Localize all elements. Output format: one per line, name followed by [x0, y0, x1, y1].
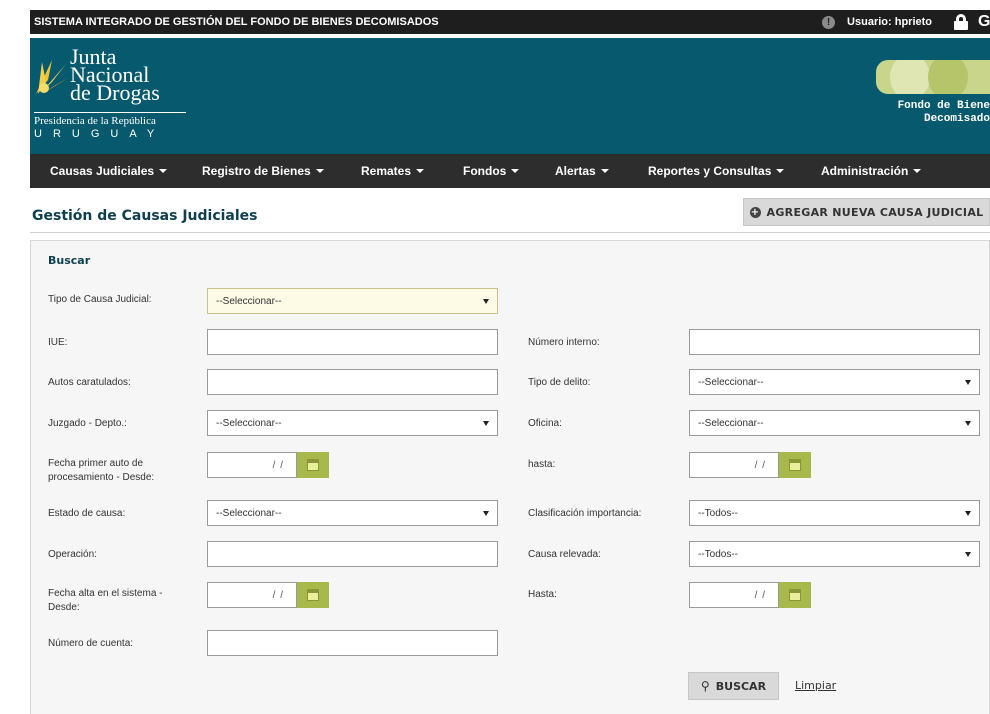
nav-fondos[interactable]: Fondos — [463, 164, 520, 178]
dropdown-arrow-icon — [965, 552, 971, 557]
autos-input[interactable] — [207, 369, 498, 395]
dropdown-arrow-icon — [965, 421, 971, 426]
tipo-causa-label: Tipo de Causa Judicial: — [48, 294, 152, 305]
fondo-logo-shape — [876, 60, 990, 94]
fecha-alta-hasta-label: Hasta: — [528, 589, 557, 600]
logo-uruguay: URUGUAY — [34, 128, 166, 140]
calendar-button[interactable] — [779, 582, 811, 608]
tipo-causa-select[interactable]: --Seleccionar-- — [207, 288, 498, 314]
user-label: Usuario: hprieto — [847, 16, 932, 28]
nav-registro-bienes[interactable]: Registro de Bienes — [202, 164, 324, 178]
dropdown-arrow-icon — [483, 421, 489, 426]
operacion-input[interactable] — [207, 541, 498, 567]
buscar-label: BUSCAR — [715, 679, 767, 693]
dropdown-arrow-icon — [483, 299, 489, 304]
relevada-label: Causa relevada: — [528, 549, 601, 560]
iue-label: IUE: — [48, 337, 68, 348]
nav-remates[interactable]: Remates — [361, 164, 425, 178]
title-divider — [30, 232, 990, 233]
system-bar: SISTEMA INTEGRADO DE GESTIÓN DEL FONDO D… — [30, 10, 990, 34]
search-panel-title: Buscar — [48, 254, 91, 267]
lock-icon[interactable] — [954, 14, 968, 30]
chevron-down-icon — [315, 169, 324, 173]
oficina-select[interactable]: --Seleccionar-- — [689, 410, 980, 436]
chevron-down-icon — [913, 169, 922, 173]
tipo-delito-label: Tipo de delito: — [528, 377, 591, 388]
operacion-label: Operación: — [48, 549, 97, 560]
calendar-icon — [307, 589, 319, 601]
numero-interno-input[interactable] — [689, 329, 980, 355]
dropdown-arrow-icon — [965, 380, 971, 385]
page-title: Gestión de Causas Judiciales — [32, 208, 258, 224]
juzgado-select[interactable]: --Seleccionar-- — [207, 410, 498, 436]
fondo-logo-text: Fondo de Biene Decomisado — [897, 100, 990, 125]
sun-logo-icon — [36, 60, 68, 94]
autos-label: Autos caratulados: — [48, 377, 131, 388]
numero-interno-label: Número interno: — [528, 337, 600, 348]
chevron-down-icon — [600, 169, 609, 173]
juzgado-label: Juzgado - Depto.: — [48, 418, 127, 429]
oficina-label: Oficina: — [528, 418, 562, 429]
header-banner: Junta Nacional de Drogas Presidencia de … — [30, 38, 990, 154]
nav-administracion[interactable]: Administración — [821, 164, 922, 178]
fecha-alta-desde-input[interactable]: / / — [207, 582, 297, 608]
jnd-logo[interactable]: Junta Nacional de Drogas Presidencia de … — [34, 46, 204, 148]
plus-circle-icon: + — [749, 206, 761, 218]
chevron-down-icon — [776, 169, 785, 173]
calendar-button[interactable] — [297, 582, 329, 608]
logo-divider — [34, 112, 186, 113]
limpiar-link[interactable]: Limpiar — [795, 679, 836, 692]
calendar-icon — [307, 459, 319, 471]
search-icon: ⚲ — [700, 679, 710, 693]
fecha-auto-desde-label: Fecha primer auto de procesamiento - Des… — [48, 458, 155, 483]
alert-icon[interactable]: ! — [822, 15, 836, 29]
calendar-icon — [789, 459, 801, 471]
logo-title: Junta Nacional de Drogas — [70, 46, 160, 105]
buscar-button[interactable]: ⚲ BUSCAR — [688, 672, 779, 700]
add-causa-label: AGREGAR NUEVA CAUSA JUDICIAL — [766, 205, 984, 219]
estado-select[interactable]: --Seleccionar-- — [207, 500, 498, 526]
tipo-delito-select[interactable]: --Seleccionar-- — [689, 369, 980, 395]
calendar-button[interactable] — [297, 452, 329, 478]
calendar-icon — [789, 589, 801, 601]
logout-icon[interactable]: G — [978, 13, 990, 31]
iue-input[interactable] — [207, 329, 498, 355]
clasificacion-label: Clasificación importancia: — [528, 508, 642, 519]
fecha-alta-desde-label: Fecha alta en el sistema - Desde: — [48, 588, 163, 613]
chevron-down-icon — [159, 169, 168, 173]
fecha-auto-hasta-label: hasta: — [528, 459, 556, 470]
chevron-down-icon — [416, 169, 425, 173]
fecha-alta-hasta-input[interactable]: / / — [689, 582, 779, 608]
dropdown-arrow-icon — [483, 511, 489, 516]
chevron-down-icon — [511, 169, 520, 173]
calendar-button[interactable] — [779, 452, 811, 478]
nav-reportes-consultas[interactable]: Reportes y Consultas — [648, 164, 785, 178]
fondo-logo: Fondo de Biene Decomisado — [876, 60, 990, 154]
numero-cuenta-input[interactable] — [207, 630, 498, 656]
fecha-auto-desde-input[interactable]: / / — [207, 452, 297, 478]
clasificacion-select[interactable]: --Todos-- — [689, 500, 980, 526]
dropdown-arrow-icon — [965, 511, 971, 516]
add-causa-button[interactable]: + AGREGAR NUEVA CAUSA JUDICIAL — [743, 198, 990, 226]
relevada-select[interactable]: --Todos-- — [689, 541, 980, 567]
logo-line-3: de Drogas — [70, 80, 160, 105]
estado-label: Estado de causa: — [48, 508, 126, 519]
system-title: SISTEMA INTEGRADO DE GESTIÓN DEL FONDO D… — [34, 16, 439, 28]
main-nav: Causas Judiciales Registro de Bienes Rem… — [30, 154, 990, 188]
nav-causas-judiciales[interactable]: Causas Judiciales — [50, 164, 168, 178]
numero-cuenta-label: Número de cuenta: — [48, 638, 134, 649]
logo-presidencia: Presidencia de la República — [34, 115, 156, 127]
nav-alertas[interactable]: Alertas — [555, 164, 609, 178]
fecha-auto-hasta-input[interactable]: / / — [689, 452, 779, 478]
